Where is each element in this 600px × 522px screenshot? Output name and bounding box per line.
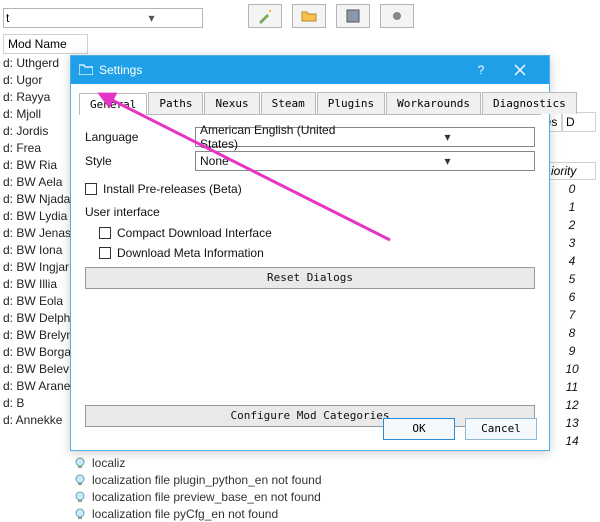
- column-header[interactable]: D: [562, 112, 596, 132]
- install-prereleases-checkbox[interactable]: Install Pre-releases (Beta): [85, 179, 535, 199]
- wand-icon[interactable]: [248, 4, 282, 28]
- priority-cell: 5: [548, 272, 596, 290]
- priority-cell: 0: [548, 182, 596, 200]
- column-header-priority[interactable]: iority: [548, 162, 596, 180]
- priority-cell: 14: [548, 434, 596, 452]
- dialog-button-row: OK Cancel: [383, 418, 537, 440]
- compact-download-checkbox[interactable]: Compact Download Interface: [99, 223, 535, 243]
- bulb-icon: [74, 508, 86, 520]
- priority-cell: 11: [548, 380, 596, 398]
- tab-diagnostics[interactable]: Diagnostics: [482, 92, 577, 114]
- bulb-icon: [74, 457, 86, 469]
- priority-cell: 12: [548, 398, 596, 416]
- reset-dialogs-button[interactable]: Reset Dialogs: [85, 267, 535, 289]
- priority-cell: 8: [548, 326, 596, 344]
- ui-section-label: User interface: [85, 205, 535, 219]
- tab-plugins[interactable]: Plugins: [317, 92, 385, 114]
- priority-cell: 4: [548, 254, 596, 272]
- folder-icon: [79, 63, 93, 78]
- log-panel: localizlocalization file plugin_python_e…: [74, 454, 322, 522]
- gear-icon[interactable]: [380, 4, 414, 28]
- column-header-modname[interactable]: Mod Name: [3, 34, 88, 54]
- titlebar[interactable]: Settings ?: [71, 56, 549, 84]
- chevron-down-icon: ▾: [365, 130, 530, 144]
- tab-workarounds[interactable]: Workarounds: [386, 92, 481, 114]
- priority-cell: 2: [548, 218, 596, 236]
- toolbar-icons: [248, 4, 414, 28]
- priority-cell: 3: [548, 236, 596, 254]
- search-value: t: [6, 11, 103, 25]
- ok-button[interactable]: OK: [383, 418, 455, 440]
- language-label: Language: [85, 130, 195, 144]
- log-line: localiz: [74, 454, 322, 471]
- tab-paths[interactable]: Paths: [148, 92, 203, 114]
- help-button[interactable]: ?: [463, 56, 499, 84]
- tab-general[interactable]: General: [79, 93, 147, 115]
- priority-cell: 9: [548, 344, 596, 362]
- style-combo[interactable]: None ▾: [195, 151, 535, 171]
- priority-column: 01234567891011121314: [548, 182, 596, 452]
- settings-dialog: Settings ? GeneralPathsNexusSteamPlugins…: [70, 55, 550, 451]
- log-line: localization file preview_base_en not fo…: [74, 488, 322, 505]
- close-button[interactable]: [499, 56, 541, 84]
- folder-open-icon[interactable]: [292, 4, 326, 28]
- bulb-icon: [74, 491, 86, 503]
- disk-icon[interactable]: [336, 4, 370, 28]
- priority-cell: 6: [548, 290, 596, 308]
- priority-cell: 10: [548, 362, 596, 380]
- priority-cell: 13: [548, 416, 596, 434]
- log-line: localization file plugin_python_en not f…: [74, 471, 322, 488]
- search-combo[interactable]: t ▾: [3, 8, 203, 28]
- style-value: None: [200, 154, 365, 168]
- priority-cell: 7: [548, 308, 596, 326]
- log-line: localization file pyCfg_en not found: [74, 505, 322, 522]
- checkbox-icon: [99, 227, 111, 239]
- install-prereleases-label: Install Pre-releases (Beta): [103, 182, 242, 196]
- language-value: American English (United States): [200, 123, 365, 151]
- compact-download-label: Compact Download Interface: [117, 226, 272, 240]
- tab-bar: GeneralPathsNexusSteamPluginsWorkarounds…: [79, 92, 541, 115]
- priority-cell: 1: [548, 200, 596, 218]
- dialog-title: Settings: [99, 63, 463, 77]
- bulb-icon: [74, 474, 86, 486]
- cancel-button[interactable]: Cancel: [465, 418, 537, 440]
- language-combo[interactable]: American English (United States) ▾: [195, 127, 535, 147]
- checkbox-icon: [99, 247, 111, 259]
- tab-steam[interactable]: Steam: [261, 92, 316, 114]
- download-meta-label: Download Meta Information: [117, 246, 264, 260]
- general-panel: Language American English (United States…: [71, 115, 549, 435]
- chevron-down-icon[interactable]: ▾: [103, 11, 200, 25]
- chevron-down-icon: ▾: [365, 154, 530, 168]
- checkbox-icon: [85, 183, 97, 195]
- tab-nexus[interactable]: Nexus: [204, 92, 259, 114]
- download-meta-checkbox[interactable]: Download Meta Information: [99, 243, 535, 263]
- style-label: Style: [85, 154, 195, 168]
